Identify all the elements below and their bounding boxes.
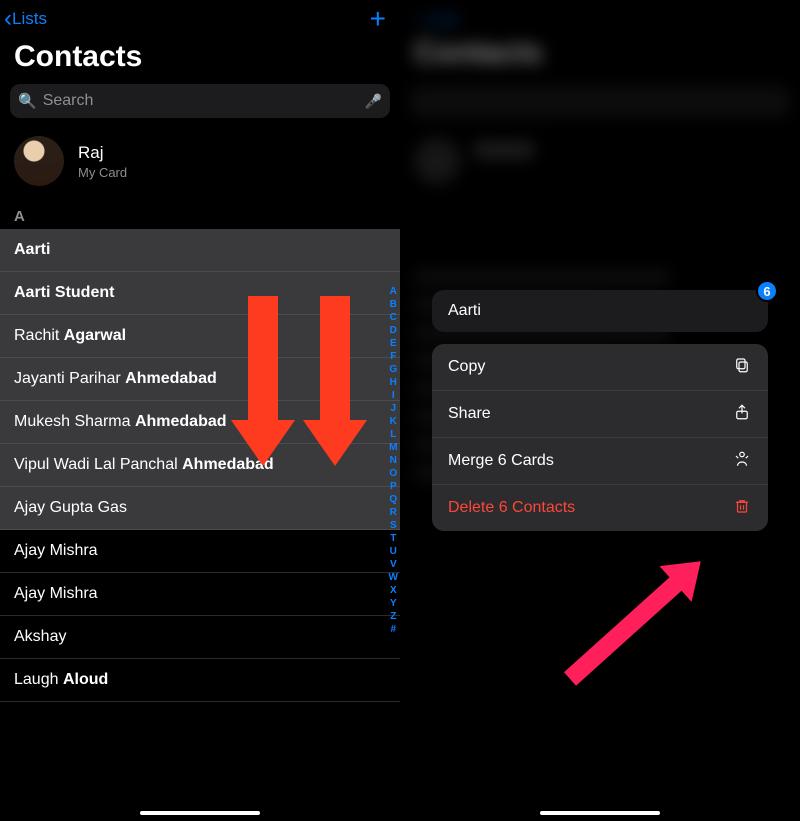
contact-row[interactable]: Laugh Aloud [0,659,400,702]
index-letter[interactable]: U [390,545,397,558]
menu-copy-label: Copy [448,358,485,376]
home-indicator[interactable] [540,811,660,815]
index-letter[interactable]: O [389,467,397,480]
index-letter[interactable]: Q [389,493,397,506]
home-indicator[interactable] [140,811,260,815]
search-input[interactable]: 🔍 Search 🎤 [10,84,390,118]
alpha-index-bar[interactable]: ABCDEFGHIJKLMNOPQRSTUVWXYZ# [389,285,398,636]
index-letter[interactable]: I [392,389,395,402]
index-letter[interactable]: L [390,428,396,441]
back-button[interactable]: ‹ Lists [4,7,47,31]
menu-delete-label: Delete 6 Contacts [448,499,575,517]
index-letter[interactable]: G [389,363,397,376]
menu-share[interactable]: Share [432,391,768,438]
selection-count-badge: 6 [756,280,778,302]
annotation-arrow-down [246,296,280,466]
page-title: Contacts [0,34,400,84]
index-letter[interactable]: E [390,337,397,350]
index-letter[interactable]: B [390,298,397,311]
contact-row[interactable]: Akshay [0,616,400,659]
search-placeholder: Search [43,92,365,110]
menu-share-label: Share [448,405,491,423]
trash-icon [732,497,752,519]
index-letter[interactable]: X [390,584,397,597]
index-letter[interactable]: N [390,454,397,467]
avatar [14,136,64,186]
index-letter[interactable]: P [390,480,397,493]
context-menu-pane: ‹ Lists Contacts Aarti 6 Copy Share [400,0,800,821]
search-icon: 🔍 [18,92,37,110]
chevron-left-icon: ‹ [4,7,12,31]
my-card[interactable]: Raj My Card [0,132,400,204]
context-menu: Copy Share Merge 6 Cards Delete 6 Contac… [432,344,768,531]
index-letter[interactable]: J [390,402,396,415]
share-icon [732,403,752,425]
index-letter[interactable]: C [390,311,397,324]
menu-delete[interactable]: Delete 6 Contacts [432,485,768,531]
index-letter[interactable]: F [390,350,396,363]
context-popup: Aarti 6 Copy Share Merge 6 Cards [432,290,768,531]
index-letter[interactable]: Y [390,597,397,610]
contacts-list-pane: ‹ Lists + Contacts 🔍 Search 🎤 Raj My Car… [0,0,400,821]
index-letter[interactable]: T [390,532,396,545]
contact-row[interactable]: Ajay Mishra [0,530,400,573]
back-label: Lists [12,9,47,29]
index-letter[interactable]: # [390,623,396,636]
index-letter[interactable]: D [390,324,397,337]
index-letter[interactable]: V [390,558,397,571]
index-letter[interactable]: K [390,415,397,428]
menu-copy[interactable]: Copy [432,344,768,391]
menu-merge-label: Merge 6 Cards [448,452,554,470]
menu-merge[interactable]: Merge 6 Cards [432,438,768,485]
index-letter[interactable]: W [389,571,398,584]
annotation-arrow-down [318,296,352,466]
my-card-name: Raj [78,143,127,163]
dictate-icon[interactable]: 🎤 [365,93,382,110]
index-letter[interactable]: R [390,506,397,519]
index-letter[interactable]: A [390,285,397,298]
contact-row[interactable]: Ajay Gupta Gas [0,487,400,530]
nav-bar: ‹ Lists + [0,0,400,34]
add-contact-button[interactable]: + [370,5,386,33]
index-letter[interactable]: H [390,376,397,389]
selected-contact-pill[interactable]: Aarti 6 [432,290,768,332]
section-header: A [0,204,400,229]
index-letter[interactable]: Z [390,610,396,623]
my-card-subtitle: My Card [78,165,127,180]
copy-icon [732,356,752,378]
merge-icon [732,450,752,472]
index-letter[interactable]: M [389,441,397,454]
selected-contact-name: Aarti [448,302,481,319]
contact-row[interactable]: Ajay Mishra [0,573,400,616]
index-letter[interactable]: S [390,519,397,532]
contact-row[interactable]: Aarti [0,229,400,272]
